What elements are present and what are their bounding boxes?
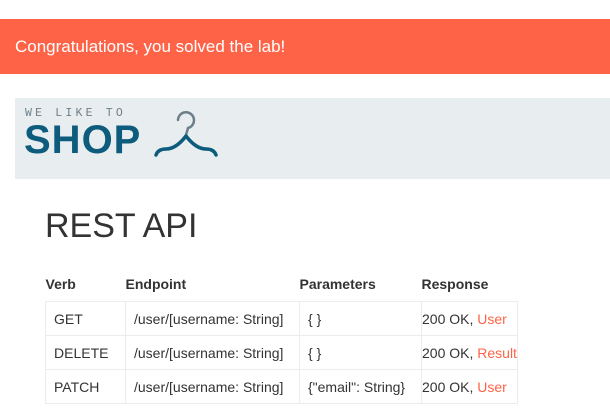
site-header: WE LIKE TO SHOP	[15, 98, 610, 179]
hanger-icon	[154, 111, 218, 157]
table-header-row: Verb Endpoint Parameters Response	[46, 266, 518, 302]
cell-parameters: { }	[299, 335, 422, 370]
page-title: REST API	[45, 207, 198, 245]
cell-endpoint: /user/[username: String]	[125, 335, 300, 370]
header-response: Response	[421, 275, 489, 292]
cell-endpoint: /user/[username: String]	[125, 369, 300, 404]
cell-parameters: { }	[299, 301, 422, 336]
banner-message: Congratulations, you solved the lab!	[15, 36, 286, 56]
logo-word: SHOP	[24, 118, 142, 162]
response-status: 200 OK,	[422, 378, 474, 395]
header-parameters: Parameters	[299, 275, 376, 292]
cell-endpoint: /user/[username: String]	[125, 301, 300, 336]
header-endpoint: Endpoint	[125, 275, 187, 292]
response-link-result[interactable]: Result	[477, 345, 517, 361]
cell-parameters: {"email": String}	[299, 369, 422, 404]
response-link-user[interactable]: User	[477, 311, 507, 327]
response-status: 200 OK,	[422, 310, 474, 327]
cell-verb: GET	[45, 301, 126, 336]
shop-logo[interactable]: WE LIKE TO SHOP	[24, 107, 225, 167]
response-status: 200 OK,	[422, 344, 474, 361]
table-row: PATCH /user/[username: String] {"email":…	[45, 369, 518, 404]
cell-response: 200 OK, Result	[421, 335, 518, 370]
cell-verb: PATCH	[45, 369, 126, 404]
cell-response: 200 OK, User	[421, 301, 518, 336]
lab-solved-banner: Congratulations, you solved the lab!	[0, 19, 610, 74]
response-link-user[interactable]: User	[477, 379, 507, 395]
rest-api-table: Verb Endpoint Parameters Response GET /u…	[45, 266, 518, 404]
header-verb: Verb	[45, 275, 76, 292]
table-row: DELETE /user/[username: String] { } 200 …	[45, 335, 518, 370]
table-row: GET /user/[username: String] { } 200 OK,…	[45, 301, 518, 336]
cell-response: 200 OK, User	[421, 369, 518, 404]
cell-verb: DELETE	[45, 335, 126, 370]
